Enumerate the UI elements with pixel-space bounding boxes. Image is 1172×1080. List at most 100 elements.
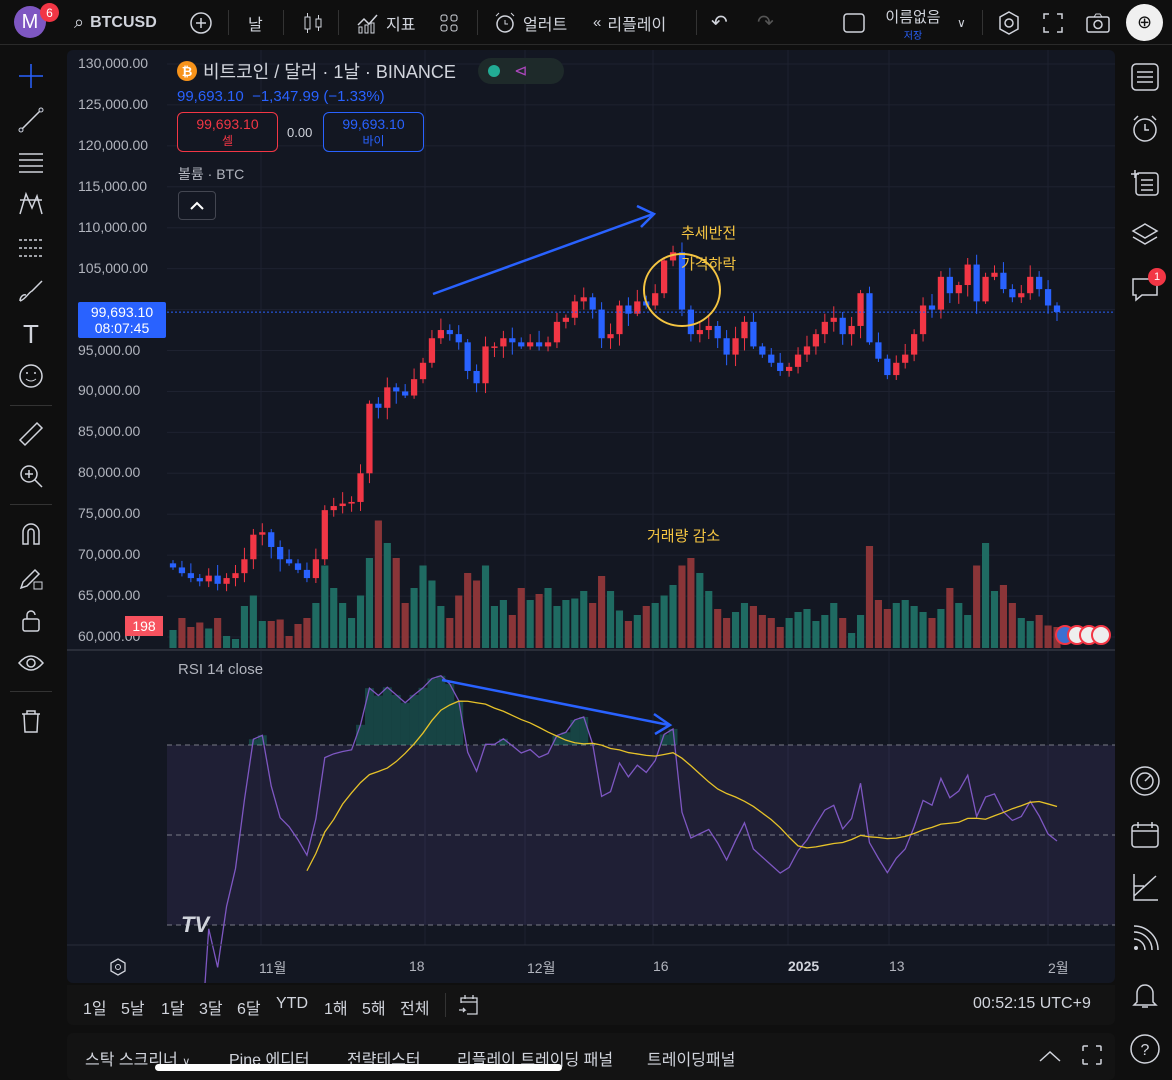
tradingview-logo[interactable]: TV xyxy=(181,912,209,938)
layout-select-button[interactable] xyxy=(842,0,866,45)
range-button-8[interactable]: 전체 xyxy=(400,995,429,1019)
goto-date-button[interactable] xyxy=(457,993,481,1022)
lock-drawings[interactable] xyxy=(16,606,46,636)
range-button-2[interactable]: 1달 xyxy=(161,995,185,1019)
candle-body xyxy=(1036,276,1043,290)
emoji-tool[interactable] xyxy=(16,361,46,391)
range-button-4[interactable]: 6달 xyxy=(237,995,261,1019)
range-button-7[interactable]: 5해 xyxy=(362,995,386,1019)
magnet-icon xyxy=(22,523,40,545)
volume-bar xyxy=(187,627,195,648)
interval-button[interactable]: 날 xyxy=(248,0,263,45)
candle-body xyxy=(375,403,382,408)
layout-dropdown[interactable]: ∨ xyxy=(957,0,966,45)
ideas-button[interactable]: ⊕ xyxy=(1126,4,1163,41)
zoom-tool[interactable] xyxy=(16,461,46,491)
rsi-legend[interactable]: RSI 14 close xyxy=(178,661,263,678)
magnet-tool[interactable] xyxy=(16,519,46,549)
fib-tool[interactable] xyxy=(16,147,46,177)
status-pill[interactable]: ⊲ xyxy=(477,58,564,84)
replay-button[interactable]: « 리플레이 xyxy=(593,0,666,45)
object-tree-button[interactable] xyxy=(1128,166,1162,200)
bottom-panel: 스탁 스크리너 ∨ Pine 에디터 전략테스터 리플레이 트레이딩 패널 트레… xyxy=(67,1033,1115,1080)
fullscreen-button[interactable] xyxy=(1042,0,1064,45)
volume-bar xyxy=(339,603,347,648)
chart-area[interactable]: 130,000.00 125,000.00 120,000.00 115,000.00… xyxy=(67,50,1115,983)
range-button-6[interactable]: 1해 xyxy=(324,995,348,1019)
snapshot-button[interactable] xyxy=(1085,0,1111,45)
annotation-price-drop[interactable]: 가격하락 xyxy=(681,253,736,274)
expand-panel-button[interactable] xyxy=(1039,1049,1061,1067)
volume-bar xyxy=(758,615,766,648)
pattern-tool[interactable] xyxy=(16,189,46,219)
pine-chart-button[interactable] xyxy=(1128,870,1162,904)
alerts-button[interactable] xyxy=(1128,112,1162,146)
trash-icon xyxy=(22,710,40,733)
range-button-0[interactable]: 1일 xyxy=(83,995,107,1019)
range-button-1[interactable]: 5날 xyxy=(121,995,145,1019)
rsi-overbought-fill xyxy=(400,702,410,745)
alert-button[interactable]: 얼러트 xyxy=(493,0,567,45)
notifications-button[interactable] xyxy=(1128,978,1162,1012)
layout-name[interactable]: 이름없음 저장 xyxy=(880,6,946,42)
compare-symbol-button[interactable] xyxy=(189,0,213,45)
settings-button[interactable] xyxy=(996,0,1022,45)
rsi-overbought-fill xyxy=(391,694,401,745)
news-feed-button[interactable] xyxy=(1128,922,1162,956)
buy-button[interactable]: 99,693.10 바이 xyxy=(323,112,424,152)
help-button[interactable]: ? xyxy=(1128,1032,1162,1066)
text-tool[interactable]: T xyxy=(16,319,46,349)
economic-events[interactable] xyxy=(1055,625,1111,645)
home-indicator[interactable] xyxy=(155,1064,562,1071)
symbol-label: BTCUSD xyxy=(90,13,157,31)
layers-button[interactable] xyxy=(1128,218,1162,252)
symbol-legend: ₿ 비트코인 / 달러 · 1날 · BINANCE ⊲ 99,693.10 −… xyxy=(177,58,564,105)
sell-button[interactable]: 99,693.10 셀 xyxy=(177,112,278,152)
symbol-title[interactable]: 비트코인 / 달러 · 1날 · BINANCE xyxy=(203,58,456,84)
bitcoin-icon: ₿ xyxy=(177,61,197,81)
candle-body xyxy=(696,330,703,335)
trend-line-tool[interactable] xyxy=(16,105,46,135)
volume-bar xyxy=(365,558,374,648)
chat-badge: 1 xyxy=(1148,268,1166,286)
volume-bar xyxy=(669,585,677,648)
volume-bar xyxy=(812,621,820,648)
annotation-trend-reversal[interactable]: 추세반전 xyxy=(681,222,736,243)
calendar-button[interactable] xyxy=(1128,818,1162,852)
volume-bar xyxy=(401,603,409,648)
crosshair-tool[interactable] xyxy=(16,61,46,91)
hide-drawings[interactable] xyxy=(16,648,46,678)
maximize-panel-button[interactable] xyxy=(1082,1045,1102,1070)
volume-bar xyxy=(419,565,427,648)
redo-button[interactable]: ↷ xyxy=(757,0,774,45)
candle-body xyxy=(437,330,445,339)
indicators-button[interactable]: 지표 xyxy=(356,0,415,45)
candle-body xyxy=(1053,305,1061,313)
lightbulb-icon: ⊕ xyxy=(1136,12,1153,32)
range-button-3[interactable]: 3달 xyxy=(199,995,223,1019)
watchlist-button[interactable] xyxy=(1128,60,1162,94)
remove-drawings[interactable] xyxy=(16,706,46,736)
timezone-settings-button[interactable] xyxy=(109,958,127,981)
chart-canvas[interactable] xyxy=(67,50,1115,983)
undo-button[interactable]: ↶ xyxy=(711,0,728,45)
forecast-tool[interactable] xyxy=(16,233,46,263)
brush-tool[interactable] xyxy=(16,276,46,306)
symbol-search-button[interactable]: ⌕ BTCUSD xyxy=(74,0,157,45)
clock-timezone[interactable]: 00:52:15 UTC+9 xyxy=(973,995,1091,1013)
chart-type-button[interactable] xyxy=(302,0,324,45)
annotation-volume-decrease[interactable]: 거래량 감소 xyxy=(647,525,720,546)
templates-button[interactable] xyxy=(438,0,460,45)
stay-in-drawing-mode[interactable] xyxy=(16,563,46,593)
candle-body xyxy=(705,325,712,331)
collapse-legend-button[interactable] xyxy=(178,191,216,220)
technicals-button[interactable] xyxy=(1128,764,1162,798)
measure-tool[interactable] xyxy=(16,419,46,449)
volume-bar xyxy=(196,622,204,648)
candle-body xyxy=(794,354,802,367)
range-button-5[interactable]: YTD xyxy=(276,995,308,1013)
candle-body xyxy=(732,338,739,355)
us-flag-icon xyxy=(1091,625,1111,645)
volume-bar xyxy=(714,609,722,648)
tab-trading-panel[interactable]: 트레이딩패널 xyxy=(647,1046,735,1070)
